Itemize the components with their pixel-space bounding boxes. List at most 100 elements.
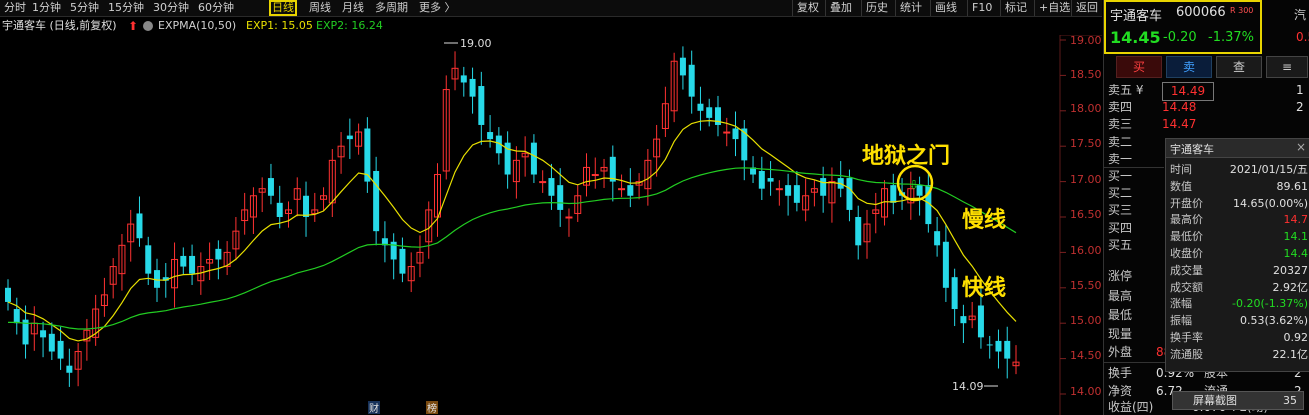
period-monthly[interactable]: 月线 bbox=[342, 0, 364, 16]
candle-body-down bbox=[180, 255, 187, 267]
candle-body-down bbox=[627, 185, 634, 196]
popup-row: 成交额 2.92亿 bbox=[1170, 280, 1308, 294]
f10-button[interactable]: F10 bbox=[967, 0, 992, 16]
candle-body-down bbox=[48, 333, 55, 352]
candle-body-down bbox=[145, 245, 152, 274]
candle-body-down bbox=[548, 178, 555, 196]
period-daily[interactable]: 日线 bbox=[269, 0, 297, 16]
price-tick: 16.00 bbox=[1070, 244, 1102, 257]
candle-body-down bbox=[469, 78, 476, 97]
price-tick: 17.00 bbox=[1070, 173, 1102, 186]
period-5min[interactable]: 5分钟 bbox=[70, 0, 99, 16]
candle-body-down bbox=[487, 132, 494, 140]
candle-body-up bbox=[618, 188, 626, 191]
popup-row: 振幅 0.53(3.62%) bbox=[1170, 314, 1308, 328]
popup-row: 涨幅 -0.20(-1.37%) bbox=[1170, 297, 1308, 311]
popup-row: 换手率 0.92 bbox=[1170, 331, 1308, 344]
price-tick: 14.00 bbox=[1070, 385, 1102, 398]
add-watchlist-button[interactable]: +自选 bbox=[1034, 0, 1070, 16]
candle-body-down bbox=[460, 75, 467, 83]
candle-body-down bbox=[57, 340, 64, 359]
candle-body-down bbox=[215, 248, 222, 260]
price-tick: 16.50 bbox=[1070, 208, 1102, 221]
orderbook-row[interactable]: 卖四 14.48 2 bbox=[1108, 99, 1308, 116]
candle-body-down bbox=[154, 270, 161, 288]
popup-row: 时间 2021/01/15/五 bbox=[1170, 163, 1308, 176]
candle-body-down bbox=[697, 103, 704, 111]
low-row: 最低 bbox=[1108, 308, 1133, 322]
popup-row: 开盘价 14.65(0.00%) bbox=[1170, 196, 1308, 210]
candle-body-down bbox=[951, 277, 958, 310]
arrow-up-icon[interactable]: ⬆ bbox=[128, 17, 138, 35]
candle-body-down bbox=[820, 178, 827, 196]
candle-body-down bbox=[373, 170, 380, 232]
dropdown-icon[interactable] bbox=[143, 21, 153, 31]
high-row: 最高 bbox=[1108, 289, 1133, 303]
candle-body-down bbox=[706, 107, 713, 118]
candle-body-down bbox=[977, 305, 984, 338]
restore-button[interactable]: 复权 bbox=[792, 0, 819, 16]
candle-body-down bbox=[855, 217, 862, 246]
period-multi[interactable]: 多周期 bbox=[375, 0, 408, 16]
draw-button[interactable]: 画线 bbox=[930, 0, 957, 16]
annotation-slow-line: 慢线 bbox=[962, 208, 1007, 233]
period-30min[interactable]: 30分钟 bbox=[153, 0, 189, 16]
period-weekly[interactable]: 周线 bbox=[309, 0, 331, 16]
candle-body-down bbox=[276, 202, 283, 217]
price-change-pct: -1.37% bbox=[1208, 30, 1254, 45]
period-more[interactable]: 更多 〉 bbox=[419, 0, 456, 16]
indicator-name[interactable]: EXPMA(10,50) bbox=[158, 17, 236, 35]
orderbook-row[interactable]: 卖五 ¥14.49 1 bbox=[1108, 82, 1308, 101]
stock-name: 宇通客车 bbox=[1110, 9, 1163, 24]
popup-row: 最低价 14.1 bbox=[1170, 230, 1308, 244]
candle-body-down bbox=[688, 64, 695, 97]
candlestick-chart[interactable]: ⇩ 19.00 14.09 财 榜 bbox=[0, 35, 1102, 415]
period-60min[interactable]: 60分钟 bbox=[198, 0, 234, 16]
candle-body-down bbox=[5, 287, 11, 302]
limit-up-row: 涨停 bbox=[1108, 269, 1133, 283]
candle-body-up bbox=[539, 181, 547, 184]
period-15min[interactable]: 15分钟 bbox=[108, 0, 144, 16]
period-fenshi[interactable]: 分时 bbox=[4, 0, 26, 16]
candle-body-up bbox=[775, 188, 783, 191]
more-icon[interactable]: ≡ bbox=[1266, 56, 1308, 78]
screenshot-button[interactable]: 屏幕截图 35 bbox=[1172, 391, 1304, 410]
query-button[interactable]: 查 bbox=[1216, 56, 1262, 78]
stats-button[interactable]: 统计 bbox=[895, 0, 922, 16]
low-price-label: 14.09 bbox=[952, 380, 984, 393]
price-tick: 18.50 bbox=[1070, 68, 1102, 81]
exp1-value: EXP1: 15.05 bbox=[246, 19, 313, 32]
sell-button[interactable]: 卖 bbox=[1166, 56, 1212, 78]
popup-row: 最高价 14.7 bbox=[1170, 213, 1308, 227]
candle-body-down bbox=[136, 213, 143, 239]
candle-body-down bbox=[679, 57, 686, 76]
orderbook-row[interactable]: 卖三 14.47 bbox=[1108, 116, 1308, 133]
back-button[interactable]: 返回 bbox=[1071, 0, 1098, 16]
price-tick: 17.50 bbox=[1070, 137, 1102, 150]
finance-tag: 财 bbox=[369, 402, 379, 415]
period-1min[interactable]: 1分钟 bbox=[32, 0, 61, 16]
candle-body-down bbox=[960, 316, 967, 324]
overlay-button[interactable]: 叠加 bbox=[825, 0, 852, 16]
history-button[interactable]: 历史 bbox=[861, 0, 888, 16]
mark-button[interactable]: 标记 bbox=[1000, 0, 1027, 16]
buy-button[interactable]: 买 bbox=[1116, 56, 1162, 78]
candle-body-down bbox=[767, 178, 774, 182]
candle-body-down bbox=[732, 128, 739, 140]
candle-body-down bbox=[785, 185, 792, 196]
exp2-slow-line bbox=[8, 167, 1017, 330]
popup-row: 流通股 22.1亿 bbox=[1170, 347, 1308, 361]
price-tick: 15.50 bbox=[1070, 279, 1102, 292]
candle-body-down bbox=[758, 170, 765, 189]
candle-body-down bbox=[66, 365, 73, 373]
price-tick: 18.00 bbox=[1070, 102, 1102, 115]
price-tick: 19.00 bbox=[1070, 34, 1102, 47]
sector-label: 汽 bbox=[1294, 8, 1307, 22]
candle-body-down bbox=[846, 178, 853, 210]
candle-body-up bbox=[565, 216, 573, 219]
candle-body-down bbox=[13, 309, 20, 324]
chart-title: 宇通客车 (日线,前复权) bbox=[2, 19, 117, 32]
stock-code: 600066 bbox=[1176, 5, 1226, 20]
price-change: -0.20 bbox=[1163, 30, 1197, 45]
close-icon[interactable]: × bbox=[1296, 140, 1306, 154]
